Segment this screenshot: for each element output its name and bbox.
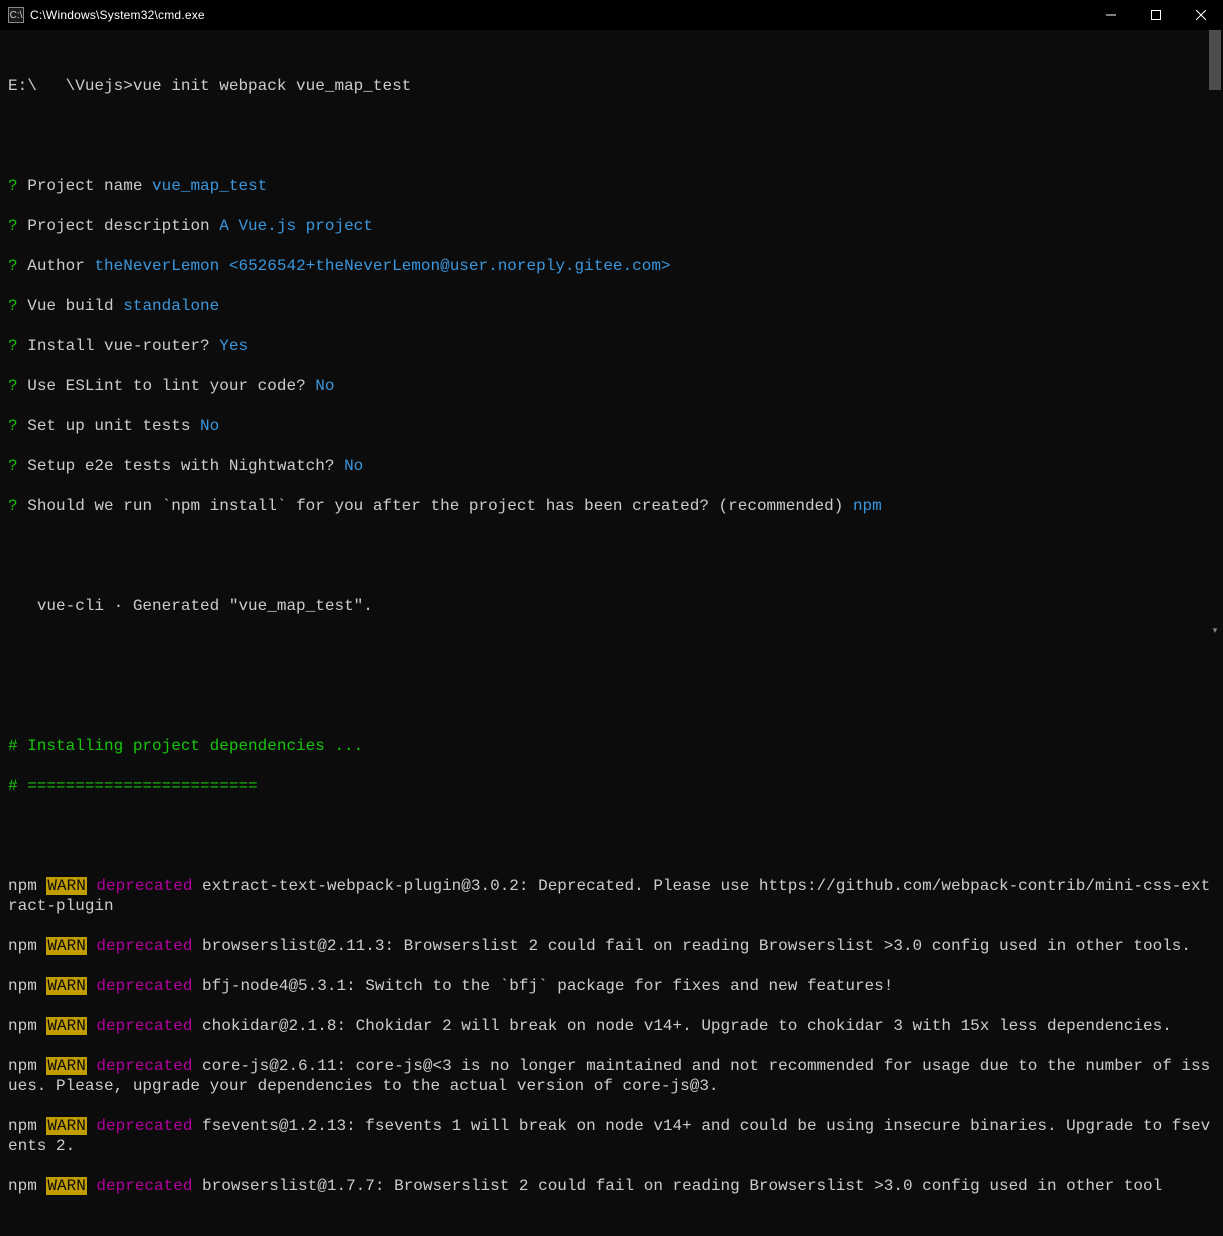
prompt-label: Use ESLint to lint your code? [27,377,315,395]
blank-line [8,676,1215,696]
prompt-row: ? Project description A Vue.js project [8,216,1215,236]
prompt-marker: ? [8,417,18,435]
warn-message: bfj-node4@5.3.1: Switch to the `bfj` pac… [192,977,893,995]
npm-label: npm [8,977,46,995]
warn-message: chokidar@2.1.8: Chokidar 2 will break on… [192,1017,1171,1035]
prompt-label: Project description [27,217,219,235]
divider-text: # ======================== [8,777,258,795]
maximize-button[interactable] [1133,0,1178,30]
warn-tag: WARN [46,877,86,895]
divider-line: # ======================== [8,776,1215,796]
prompt-label: Setup e2e tests with Nightwatch? [27,457,344,475]
warn-tag: WARN [46,937,86,955]
prompt-answer: standalone [123,297,219,315]
prompt-row: ? Vue build standalone [8,296,1215,316]
npm-warn-row: npm WARN deprecated bfj-node4@5.3.1: Swi… [8,976,1215,996]
prompt-row: ? Author theNeverLemon <6526542+theNever… [8,256,1215,276]
npm-label: npm [8,1117,46,1135]
prompt-answer: No [200,417,219,435]
prompt-marker: ? [8,497,18,515]
installing-header: # Installing project dependencies ... [8,736,1215,756]
command-text: vue init webpack vue_map_test [133,77,411,95]
warn-tag: WARN [46,1177,86,1195]
prompt-answer: theNeverLemon <6526542+theNeverLemon@use… [94,257,670,275]
blank-line [8,536,1215,556]
prompt-path: E:\ \Vuejs> [8,77,133,95]
prompt-answer: Yes [219,337,248,355]
prompt-answer: A Vue.js project [219,217,373,235]
npm-label: npm [8,937,46,955]
npm-warn-row: npm WARN deprecated extract-text-webpack… [8,876,1215,916]
prompt-row: ? Setup e2e tests with Nightwatch? No [8,456,1215,476]
prompt-answer: No [315,377,334,395]
prompt-label: Vue build [27,297,123,315]
prompt-answer: No [344,457,363,475]
deprecated-label: deprecated [87,1177,193,1195]
npm-warn-row: npm WARN deprecated browserslist@1.7.7: … [8,1176,1215,1196]
deprecated-label: deprecated [87,1057,193,1075]
generated-prefix: vue-cli · Generated [8,597,229,615]
prompt-label: Install vue-router? [27,337,219,355]
blank-line [8,636,1215,656]
prompt-marker: ? [8,457,18,475]
prompt-marker: ? [8,337,18,355]
blank-line [8,816,1215,836]
prompt-row: ? Should we run `npm install` for you af… [8,496,1215,516]
warn-tag: WARN [46,1017,86,1035]
scrollbar-thumb[interactable] [1209,30,1221,90]
window-controls [1088,0,1223,30]
prompt-label: Author [27,257,94,275]
npm-label: npm [8,877,46,895]
npm-warn-row: npm WARN deprecated fsevents@1.2.13: fse… [8,1116,1215,1156]
window-titlebar: C:\ C:\Windows\System32\cmd.exe [0,0,1223,30]
prompt-label: Set up unit tests [27,417,200,435]
generated-name: "vue_map_test". [229,597,373,615]
prompt-label: Should we run `npm install` for you afte… [27,497,853,515]
command-line: E:\ \Vuejs>vue init webpack vue_map_test [8,76,1215,96]
npm-warn-row: npm WARN deprecated core-js@2.6.11: core… [8,1056,1215,1096]
prompt-marker: ? [8,257,18,275]
close-button[interactable] [1178,0,1223,30]
npm-warn-row: npm WARN deprecated chokidar@2.1.8: Chok… [8,1016,1215,1036]
prompt-answer: npm [853,497,882,515]
npm-label: npm [8,1177,46,1195]
deprecated-label: deprecated [87,977,193,995]
installing-text: Installing project dependencies ... [27,737,363,755]
scrollbar-down-arrow[interactable]: ▾ [1207,623,1223,639]
hash-marker: # [8,737,27,755]
prompt-row: ? Project name vue_map_test [8,176,1215,196]
npm-label: npm [8,1057,46,1075]
prompt-marker: ? [8,177,18,195]
prompt-marker: ? [8,377,18,395]
prompt-label: Project name [27,177,152,195]
prompt-marker: ? [8,217,18,235]
cmd-icon: C:\ [8,7,24,23]
deprecated-label: deprecated [87,1017,193,1035]
warn-tag: WARN [46,977,86,995]
deprecated-label: deprecated [87,1117,193,1135]
warn-tag: WARN [46,1117,86,1135]
blank-line [8,116,1215,136]
window-title: C:\Windows\System32\cmd.exe [30,8,1088,22]
npm-warn-row: npm WARN deprecated browserslist@2.11.3:… [8,936,1215,956]
generated-line: vue-cli · Generated "vue_map_test". [8,596,1215,616]
warn-tag: WARN [46,1057,86,1075]
warn-message: browserslist@1.7.7: Browserslist 2 could… [192,1177,1162,1195]
minimize-button[interactable] [1088,0,1133,30]
scrollbar[interactable]: ▾ [1207,30,1223,639]
deprecated-label: deprecated [87,877,193,895]
prompt-row: ? Use ESLint to lint your code? No [8,376,1215,396]
prompt-answer: vue_map_test [152,177,267,195]
prompt-marker: ? [8,297,18,315]
prompt-row: ? Install vue-router? Yes [8,336,1215,356]
prompt-row: ? Set up unit tests No [8,416,1215,436]
deprecated-label: deprecated [87,937,193,955]
warn-message: browserslist@2.11.3: Browserslist 2 coul… [192,937,1191,955]
npm-label: npm [8,1017,46,1035]
terminal-output[interactable]: E:\ \Vuejs>vue init webpack vue_map_test… [0,30,1223,1236]
